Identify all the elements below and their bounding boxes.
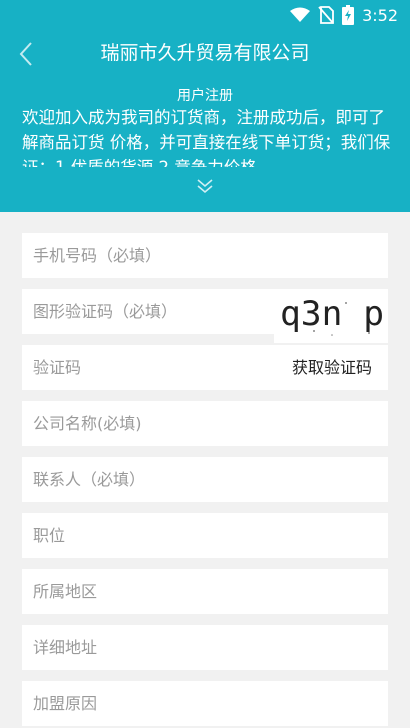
- region-field: [22, 569, 388, 614]
- captcha-graphic: q3n p: [274, 289, 388, 343]
- captcha-image[interactable]: q3n p: [274, 289, 388, 343]
- captcha-field: q3n p: [22, 289, 388, 343]
- sms-code-field: 获取验证码: [22, 345, 388, 390]
- page-title: 瑞丽市久升贸易有限公司: [100, 42, 310, 64]
- get-sms-code-button[interactable]: 获取验证码: [292, 345, 372, 390]
- no-sim-icon: [318, 6, 334, 24]
- captcha-input[interactable]: [22, 289, 272, 334]
- expand-description-button[interactable]: [193, 176, 217, 196]
- company-input[interactable]: [22, 401, 388, 446]
- captcha-text: q3n p: [280, 294, 384, 334]
- chevron-left-icon: [19, 42, 32, 66]
- region-input[interactable]: [22, 569, 388, 614]
- address-field: [22, 625, 388, 670]
- position-input[interactable]: [22, 513, 388, 558]
- back-button[interactable]: [6, 34, 46, 74]
- position-field: [22, 513, 388, 558]
- reason-field: [22, 681, 388, 726]
- phone-field: [22, 233, 388, 278]
- address-input[interactable]: [22, 625, 388, 670]
- reason-input[interactable]: [22, 681, 388, 726]
- header: 3:52 瑞丽市久升贸易有限公司 用户注册 欢迎加入成为我司的订货商，注册成功后…: [0, 0, 410, 212]
- title-bar: 瑞丽市久升贸易有限公司: [0, 30, 410, 78]
- double-chevron-down-icon: [197, 179, 213, 194]
- contact-field: [22, 457, 388, 502]
- battery-charging-icon: [342, 5, 355, 25]
- register-title: 用户注册: [177, 88, 233, 104]
- sms-code-input[interactable]: [22, 345, 252, 390]
- status-icons: 3:52: [290, 4, 398, 26]
- status-bar: 3:52: [0, 0, 410, 30]
- company-field: [22, 401, 388, 446]
- phone-input[interactable]: [22, 233, 388, 278]
- contact-input[interactable]: [22, 457, 388, 502]
- register-description: 欢迎加入成为我司的订货商，注册成功后，即可了解商品订货 价格，并可直接在线下单订…: [22, 108, 391, 167]
- status-time: 3:52: [362, 5, 398, 25]
- wifi-icon: [290, 7, 311, 22]
